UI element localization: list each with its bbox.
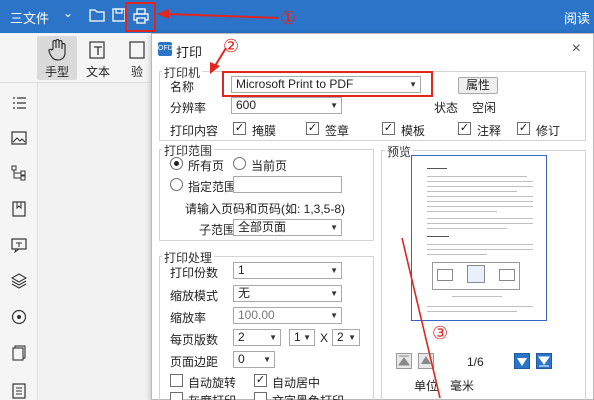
pages-per-sheet-label: 每页版数: [170, 333, 219, 347]
printer-highlight-box: [222, 71, 433, 97]
hand-tool-label: 手型: [44, 65, 69, 79]
chevron-down-icon: ▼: [330, 223, 338, 232]
annotation-arrow-one: [157, 9, 279, 19]
scale-mode-label: 缩放模式: [170, 289, 219, 303]
annotation-arrow-two: [210, 47, 227, 74]
grayscale-label: 灰度打印: [188, 392, 236, 400]
margin-label: 页面边距: [170, 355, 219, 369]
text-black-checkbox[interactable]: [254, 392, 267, 400]
chevron-down-icon: ▼: [330, 266, 338, 275]
chevron-down-icon: ▼: [263, 355, 271, 364]
all-pages-label: 所有页: [188, 159, 225, 173]
range-input[interactable]: [233, 176, 342, 193]
pages-icon[interactable]: [11, 345, 27, 361]
scale-select[interactable]: 100.00 ▼: [233, 307, 342, 324]
left-sidebar: [0, 83, 38, 400]
document-icon[interactable]: [11, 383, 27, 399]
chevron-down-icon[interactable]: ⌄: [63, 6, 73, 20]
chevron-down-icon: ▼: [330, 311, 338, 320]
copies-select[interactable]: 1 ▼: [233, 262, 342, 279]
image-icon[interactable]: [11, 130, 27, 146]
signature-label: 签章: [325, 124, 350, 138]
subrange-label: 子范围: [199, 223, 236, 237]
annotation-one: ①: [280, 8, 297, 29]
verify-tool-button[interactable]: 验: [124, 36, 150, 80]
range-hint: 请输入页码和页码(如: 1,3,5-8): [185, 202, 346, 216]
subrange-select[interactable]: 全部页面 ▼: [233, 219, 342, 236]
list-icon[interactable]: [11, 95, 27, 111]
seal-icon[interactable]: [11, 309, 27, 325]
chevron-down-icon: ▼: [269, 333, 277, 342]
hand-icon: [48, 39, 66, 61]
annotation-arrow-three: [401, 237, 441, 399]
status-label: 状态: [434, 101, 459, 115]
scale-label: 缩放率: [170, 311, 207, 325]
annotation-label: 注释: [477, 124, 502, 138]
preview-group-label: 预览: [385, 143, 414, 160]
mask-label: 掩膜: [252, 124, 277, 138]
tree-icon[interactable]: [11, 165, 27, 181]
auto-rotate-label: 自动旋转: [188, 376, 237, 390]
copies-label: 打印份数: [170, 266, 219, 280]
bookmark-icon[interactable]: [11, 201, 27, 217]
close-icon[interactable]: ×: [572, 40, 581, 58]
verify-icon: [129, 41, 145, 59]
specific-range-label: 指定范围: [188, 180, 237, 194]
file-menu[interactable]: 三文件: [10, 8, 49, 27]
auto-rotate-checkbox[interactable]: [170, 374, 183, 387]
mask-checkbox[interactable]: ✓: [233, 122, 246, 135]
chevron-down-icon: ▼: [303, 333, 311, 342]
status-value: 空闲: [472, 101, 497, 115]
printer-icon[interactable]: [133, 8, 149, 24]
specific-range-radio[interactable]: [170, 178, 183, 191]
page-indicator: 1/6: [467, 355, 484, 369]
layers-icon[interactable]: [11, 273, 27, 289]
text-tool-button[interactable]: 文本: [78, 36, 118, 80]
read-mode-button[interactable]: 阅读: [564, 8, 590, 27]
annotation-checkbox[interactable]: ✓: [458, 122, 471, 135]
last-page-icon[interactable]: [536, 353, 552, 369]
verify-tool-label: 验: [130, 65, 143, 79]
pps-rows-select[interactable]: 2 ▼: [332, 329, 360, 346]
auto-center-checkbox[interactable]: ✓: [254, 374, 267, 387]
template-label: 模板: [401, 124, 426, 138]
properties-button[interactable]: 属性: [458, 77, 498, 94]
pps-layout-select[interactable]: 2 ▼: [233, 329, 281, 346]
ofd-logo-icon: OFD: [158, 42, 173, 56]
margin-select[interactable]: 0 ▼: [233, 351, 275, 368]
folder-icon[interactable]: [89, 7, 105, 23]
text-tool-label: 文本: [85, 65, 110, 79]
title-bar: 三文件 ⌄ ⌄ ① 阅读: [0, 0, 594, 33]
chevron-down-icon: ▼: [330, 289, 338, 298]
grayscale-checkbox[interactable]: [170, 392, 183, 400]
text-select-icon: [89, 41, 105, 59]
template-checkbox[interactable]: ✓: [382, 122, 395, 135]
auto-center-label: 自动居中: [272, 376, 321, 390]
chevron-down-icon: ▼: [330, 101, 338, 110]
current-page-radio[interactable]: [233, 157, 246, 170]
print-content-label: 打印内容: [170, 124, 219, 138]
dpi-label: 分辨率: [170, 101, 207, 115]
pps-times-label: X: [320, 331, 329, 345]
text-black-label: 文字黑色打印: [272, 392, 344, 400]
comment-icon[interactable]: [11, 237, 27, 253]
signature-checkbox[interactable]: ✓: [306, 122, 319, 135]
scale-mode-select[interactable]: 无 ▼: [233, 285, 342, 302]
dpi-select[interactable]: 600 ▼: [231, 97, 342, 114]
printer-name-label: 名称: [170, 80, 195, 94]
next-page-icon[interactable]: [514, 353, 530, 369]
hand-tool-button[interactable]: 手型: [37, 36, 77, 80]
current-page-label: 当前页: [251, 159, 288, 173]
revision-checkbox[interactable]: ✓: [517, 122, 530, 135]
dialog-title: 打印: [176, 45, 203, 60]
revision-label: 修订: [536, 124, 561, 138]
all-pages-radio[interactable]: [170, 157, 183, 170]
pps-columns-select[interactable]: 1 ▼: [289, 329, 315, 346]
chevron-down-icon: ▼: [348, 333, 356, 342]
